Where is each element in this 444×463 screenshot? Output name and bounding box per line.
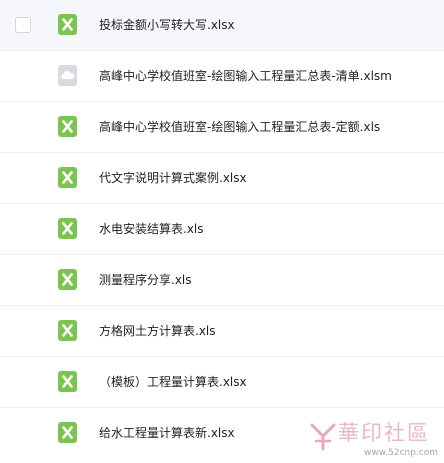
file-name[interactable]: 高峰中心学校值班室-绘图输入工程量汇总表-定额.xls — [99, 119, 380, 135]
excel-icon — [58, 218, 77, 239]
watermark-logo-icon — [308, 421, 338, 451]
file-name[interactable]: 代文字说明计算式案例.xlsx — [99, 170, 247, 186]
cloud-file-icon — [58, 65, 77, 86]
file-list: 投标金额小写转大写.xlsx 高峰中心学校值班室-绘图输入工程量汇总表-清单.x… — [0, 0, 444, 459]
excel-icon — [58, 167, 77, 188]
file-name[interactable]: 高峰中心学校值班室-绘图输入工程量汇总表-清单.xlsm — [99, 68, 392, 84]
watermark: 華印社區 www.52cnp.com — [302, 415, 444, 463]
excel-icon — [58, 371, 77, 392]
file-name[interactable]: 方格网土方计算表.xls — [99, 323, 216, 339]
excel-icon — [58, 116, 77, 137]
file-name[interactable]: 投标金额小写转大写.xlsx — [99, 17, 235, 33]
watermark-url: www.52cnp.com — [364, 448, 439, 458]
file-name[interactable]: （模板）工程量计算表.xlsx — [99, 374, 247, 390]
excel-icon — [58, 269, 77, 290]
file-row[interactable]: 水电安装结算表.xls — [0, 204, 444, 255]
file-name[interactable]: 水电安装结算表.xls — [99, 221, 204, 237]
file-row[interactable]: 高峰中心学校值班室-绘图输入工程量汇总表-定额.xls — [0, 102, 444, 153]
excel-icon — [58, 320, 77, 341]
file-row[interactable]: 测量程序分享.xls — [0, 255, 444, 306]
select-checkbox[interactable] — [15, 17, 31, 33]
file-row[interactable]: 方格网土方计算表.xls — [0, 306, 444, 357]
file-name[interactable]: 测量程序分享.xls — [99, 272, 192, 288]
excel-icon — [58, 422, 77, 443]
excel-icon — [58, 14, 77, 35]
file-row[interactable]: （模板）工程量计算表.xlsx — [0, 357, 444, 408]
watermark-text: 華印社區 — [338, 421, 430, 445]
file-row[interactable]: 代文字说明计算式案例.xlsx — [0, 153, 444, 204]
file-row[interactable]: 高峰中心学校值班室-绘图输入工程量汇总表-清单.xlsm — [0, 51, 444, 102]
file-row[interactable]: 投标金额小写转大写.xlsx — [0, 0, 444, 51]
file-name[interactable]: 给水工程量计算表新.xlsx — [99, 425, 235, 441]
